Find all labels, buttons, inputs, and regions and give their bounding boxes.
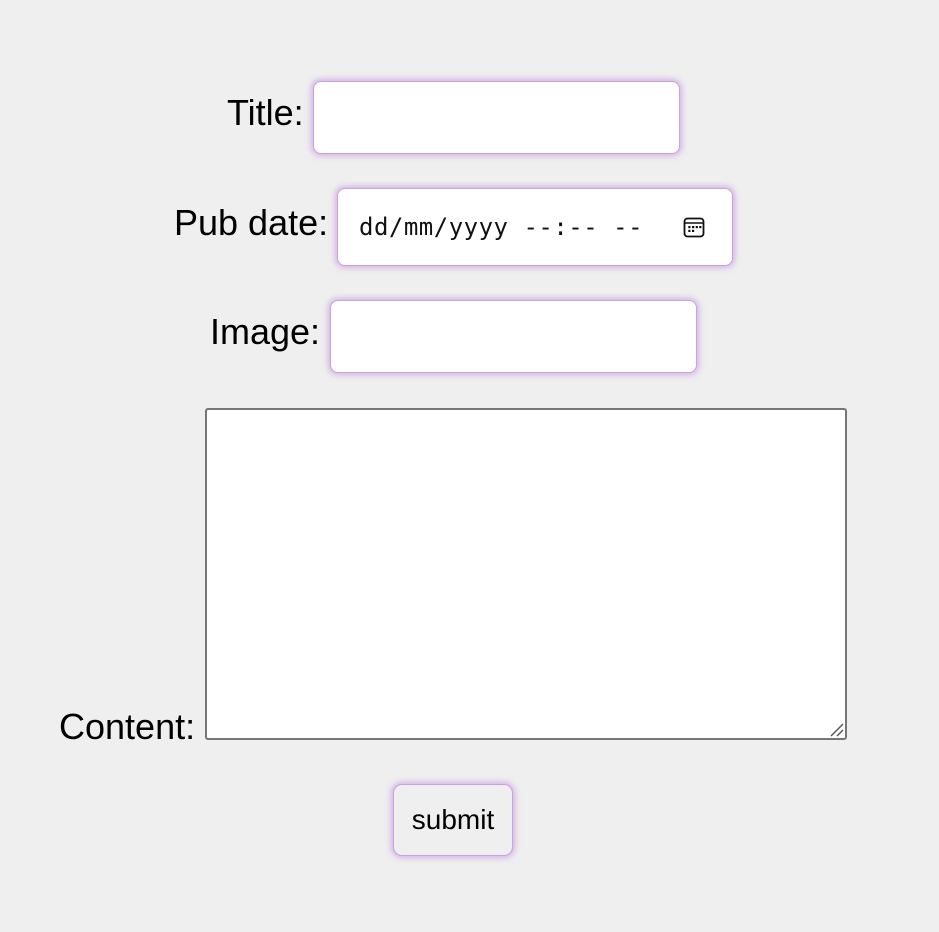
pub-date-input[interactable]: dd/mm/yyyy --:-- -- — [337, 188, 733, 266]
resize-grip-icon[interactable] — [828, 721, 844, 737]
submit-button[interactable]: submit — [393, 784, 513, 856]
content-textarea[interactable] — [205, 408, 847, 740]
pub-date-label: Pub date: — [174, 202, 329, 243]
title-input[interactable] — [313, 81, 680, 154]
title-label: Title: — [227, 92, 304, 133]
calendar-icon[interactable] — [682, 215, 706, 239]
content-label: Content: — [59, 706, 196, 747]
pub-date-placeholder: dd/mm/yyyy --:-- -- — [359, 213, 644, 241]
image-input[interactable] — [330, 300, 697, 373]
image-label: Image: — [210, 311, 321, 352]
